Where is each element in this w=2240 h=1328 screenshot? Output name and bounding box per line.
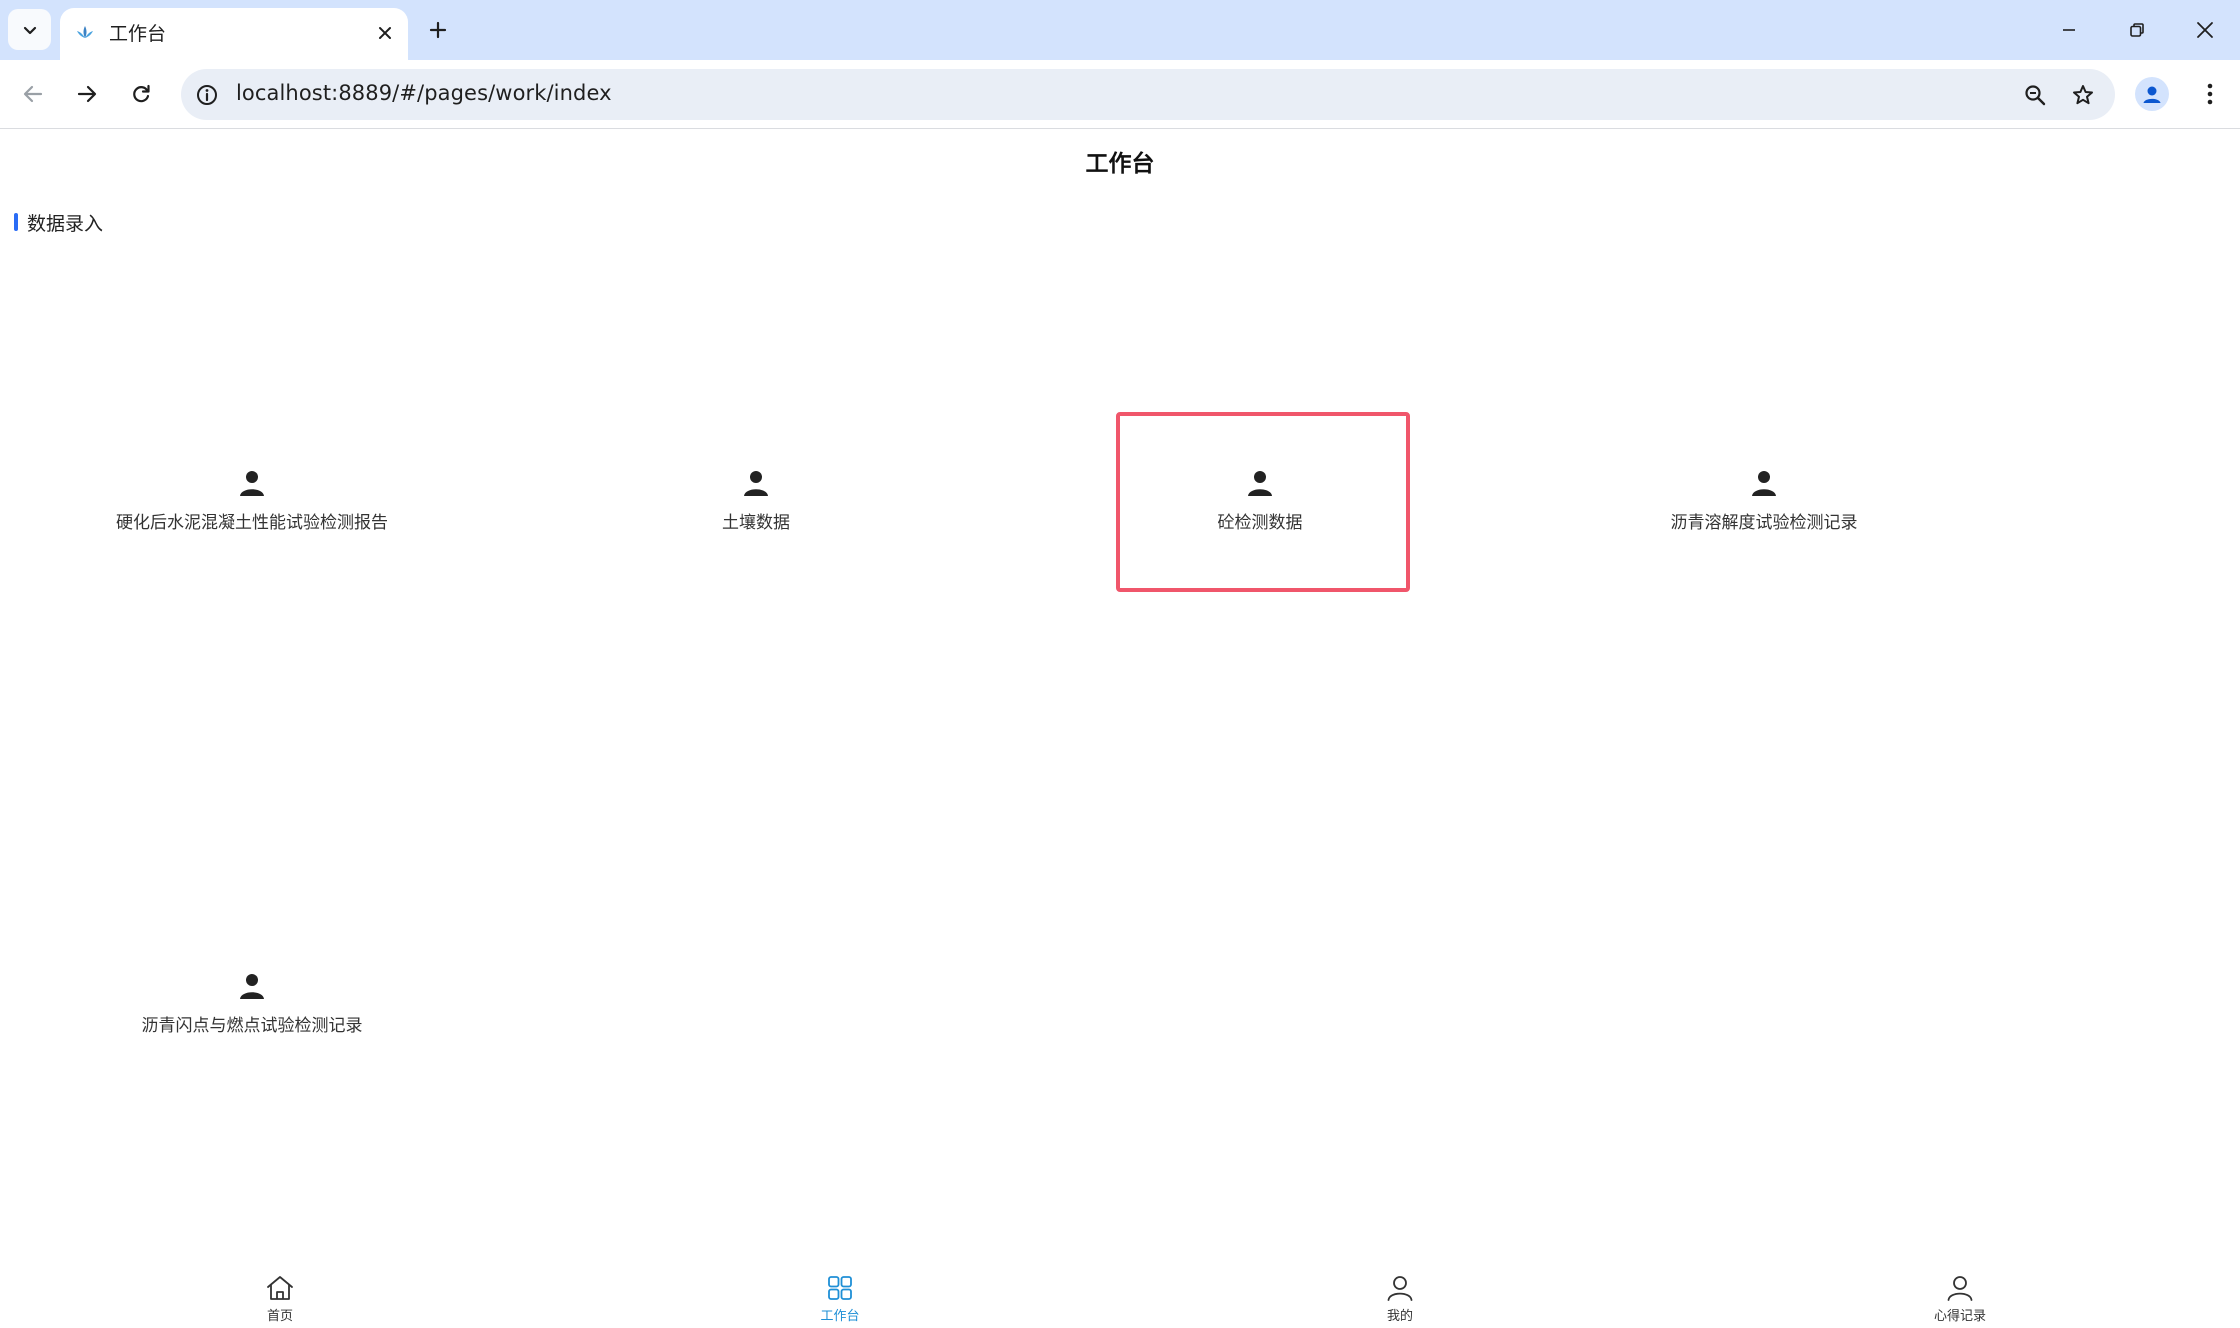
bottom-tab-home[interactable]: 首页 [220,1268,340,1328]
grid-item-label: 沥青溶解度试验检测记录 [1670,513,1858,533]
avatar-icon [2143,86,2161,103]
plus-icon [429,21,447,39]
grid-item-asphalt-flash-point-record[interactable]: 沥青闪点与燃点试验检测记录 [0,971,504,1071]
grid-item-soil-data[interactable]: 土壤数据 [504,468,1008,568]
grid-icon [828,1276,852,1300]
close-window-button[interactable] [2184,10,2226,50]
person-icon [240,974,264,999]
page-title: 工作台 [1085,151,1155,177]
bottom-tab-notes[interactable]: 心得记录 [1900,1268,2020,1328]
grid-item-label: 土壤数据 [722,513,790,533]
reload-button[interactable] [121,74,161,114]
home-icon [267,1276,293,1300]
grid-item-label: 沥青闪点与燃点试验检测记录 [141,1016,363,1036]
restore-icon [2130,23,2144,37]
zoom-icon [2025,85,2046,106]
browser-menu-button[interactable] [2195,77,2225,111]
person-icon [240,471,264,496]
bottom-tab-label: 工作台 [820,1309,860,1324]
person-icon [744,471,768,496]
tab-title: 工作台 [109,23,167,45]
bottom-tab-mine[interactable]: 我的 [1340,1268,1460,1328]
chevron-down-icon [23,26,36,34]
bottom-tab-label: 首页 [266,1309,293,1324]
tab-close-button[interactable] [372,20,398,46]
bottom-tab-bar: 首页 工作台 我的 心得记录 [0,1268,2240,1328]
user-icon [1947,1276,1973,1301]
info-icon [197,85,217,105]
highlight-box [1116,412,1410,592]
grid-item-label: 硬化后水泥混凝土性能试验检测报告 [116,513,388,533]
bookmark-button[interactable] [2067,79,2099,111]
close-icon [379,27,391,39]
browser-tab-active[interactable]: 工作台 [60,8,408,60]
new-tab-button[interactable] [420,15,456,45]
arrow-left-icon [23,85,43,103]
forward-button[interactable] [67,74,107,114]
lotus-favicon-icon [77,26,93,38]
section-title: 数据录入 [27,212,104,235]
reload-icon [133,84,150,103]
section-header: 数据录入 [14,210,104,235]
section-accent-bar [14,213,18,231]
browser-tab-strip: 工作台 [0,0,2240,60]
minimize-icon [2063,29,2075,31]
site-info-button[interactable] [193,81,221,109]
close-icon [2197,22,2213,38]
profile-button[interactable] [2135,77,2169,111]
person-icon [1752,471,1776,496]
grid-item-asphalt-solubility-record[interactable]: 沥青溶解度试验检测记录 [1512,468,2016,568]
kebab-menu-icon [2207,83,2213,105]
grid-item-cement-concrete-report[interactable]: 硬化后水泥混凝土性能试验检测报告 [0,468,504,568]
back-button[interactable] [13,74,53,114]
restore-button[interactable] [2116,10,2158,50]
user-icon [1387,1276,1413,1301]
bottom-tab-label: 我的 [1386,1309,1413,1324]
bottom-tab-label: 心得记录 [1933,1309,1986,1324]
minimize-button[interactable] [2048,10,2090,50]
arrow-right-icon [77,85,97,103]
page-content: 工作台 数据录入 硬化后水泥混凝土性能试验检测报告 土壤数据 砼检测数据 沥青溶… [0,130,2240,1328]
url-text[interactable]: localhost:8889/#/pages/work/index [236,81,612,105]
tab-search-button[interactable] [8,9,51,50]
star-icon [2073,85,2093,105]
browser-toolbar: localhost:8889/#/pages/work/index [0,60,2240,129]
zoom-button[interactable] [2019,79,2051,111]
address-bar[interactable]: localhost:8889/#/pages/work/index [181,69,2115,120]
bottom-tab-workbench[interactable]: 工作台 [780,1268,900,1328]
